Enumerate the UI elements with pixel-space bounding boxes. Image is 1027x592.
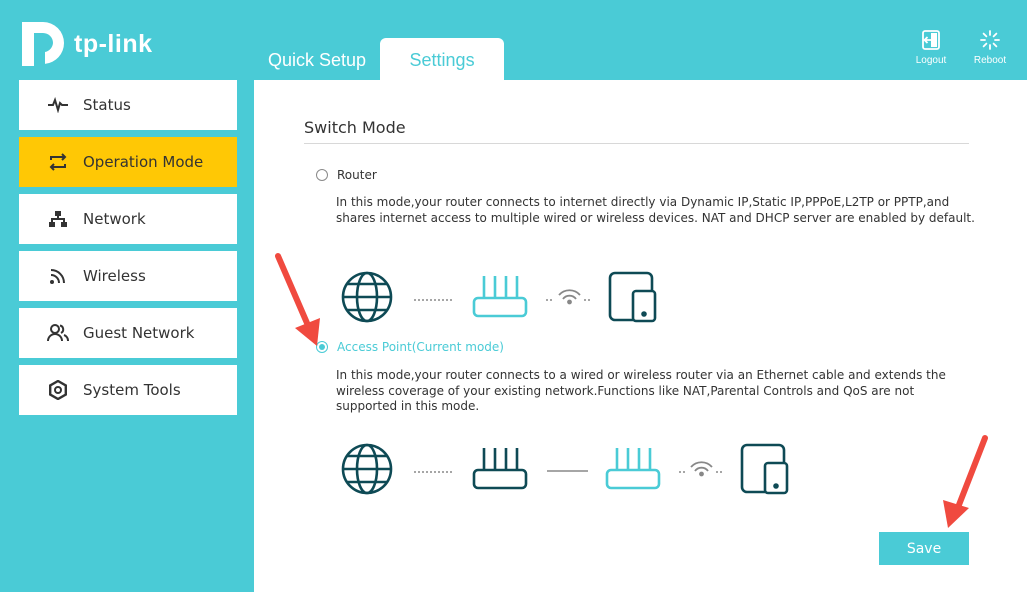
mode-label-router: Router: [337, 168, 377, 182]
guests-icon: [47, 322, 69, 344]
mode-description-router: In this mode,your router connects to int…: [336, 195, 975, 225]
divider: [304, 143, 969, 144]
sidebar-item-network[interactable]: Network: [19, 194, 237, 244]
access-point-router-icon: [605, 448, 661, 490]
main-router-icon: [472, 448, 528, 490]
router-icon: [472, 276, 528, 318]
annotation-arrow-save: [943, 435, 988, 528]
mode-description-access-point: In this mode,your router connects to a w…: [336, 368, 946, 413]
logout-icon: [922, 30, 940, 50]
mode-option-access-point[interactable]: Access Point(Current mode): [316, 340, 504, 354]
logout-label: Logout: [915, 55, 947, 66]
tab-settings[interactable]: Settings: [380, 38, 505, 80]
reboot-button[interactable]: Reboot: [965, 29, 1015, 66]
sidebar-item-label: System Tools: [83, 381, 181, 399]
network-icon: [47, 208, 69, 230]
switch-arrows-icon: [47, 151, 69, 173]
tp-link-logo-mark: [22, 22, 64, 66]
sidebar-item-label: Guest Network: [83, 324, 195, 342]
sidebar-item-label: Network: [83, 210, 146, 228]
router-mode-diagram: [341, 271, 657, 323]
sidebar-item-status[interactable]: Status: [19, 80, 237, 130]
globe-icon: [341, 443, 393, 495]
brand-name: tp-link: [74, 29, 153, 58]
tp-link-logo: tp-link: [18, 18, 153, 68]
wifi-signal-icon: [558, 289, 581, 305]
globe-icon: [341, 271, 393, 323]
wifi-signal-icon: [690, 461, 713, 477]
tab-quick-setup[interactable]: Quick Setup: [254, 38, 380, 80]
mode-option-router[interactable]: Router: [316, 168, 377, 182]
gear-icon: [47, 379, 69, 401]
save-button[interactable]: Save: [879, 532, 969, 565]
radio-router[interactable]: [316, 169, 328, 181]
reboot-icon: [980, 30, 1000, 50]
annotation-arrow-access-point: [275, 253, 320, 346]
logout-button[interactable]: Logout: [906, 29, 956, 66]
mode-label-access-point: Access Point(Current mode): [337, 340, 504, 354]
sidebar-item-operation-mode[interactable]: Operation Mode: [19, 137, 237, 187]
sidebar-item-guest-network[interactable]: Guest Network: [19, 308, 237, 358]
sidebar-item-label: Status: [83, 96, 131, 114]
sidebar-item-label: Operation Mode: [83, 153, 204, 171]
access-point-mode-diagram: [341, 443, 789, 495]
wireless-icon: [47, 265, 69, 287]
top-tabs: Quick Setup Settings: [254, 38, 505, 80]
devices-icon: [740, 443, 789, 495]
main-panel: Switch Mode Router In this mode,your rou…: [254, 80, 1027, 592]
sidebar-item-system-tools[interactable]: System Tools: [19, 365, 237, 415]
section-title: Switch Mode: [304, 118, 406, 137]
sidebar-item-label: Wireless: [83, 267, 146, 285]
pulse-icon: [47, 94, 69, 116]
reboot-label: Reboot: [973, 55, 1007, 66]
sidebar: Status Operation Mode Network Wireless G…: [19, 80, 237, 422]
devices-icon: [608, 271, 657, 323]
sidebar-item-wireless[interactable]: Wireless: [19, 251, 237, 301]
